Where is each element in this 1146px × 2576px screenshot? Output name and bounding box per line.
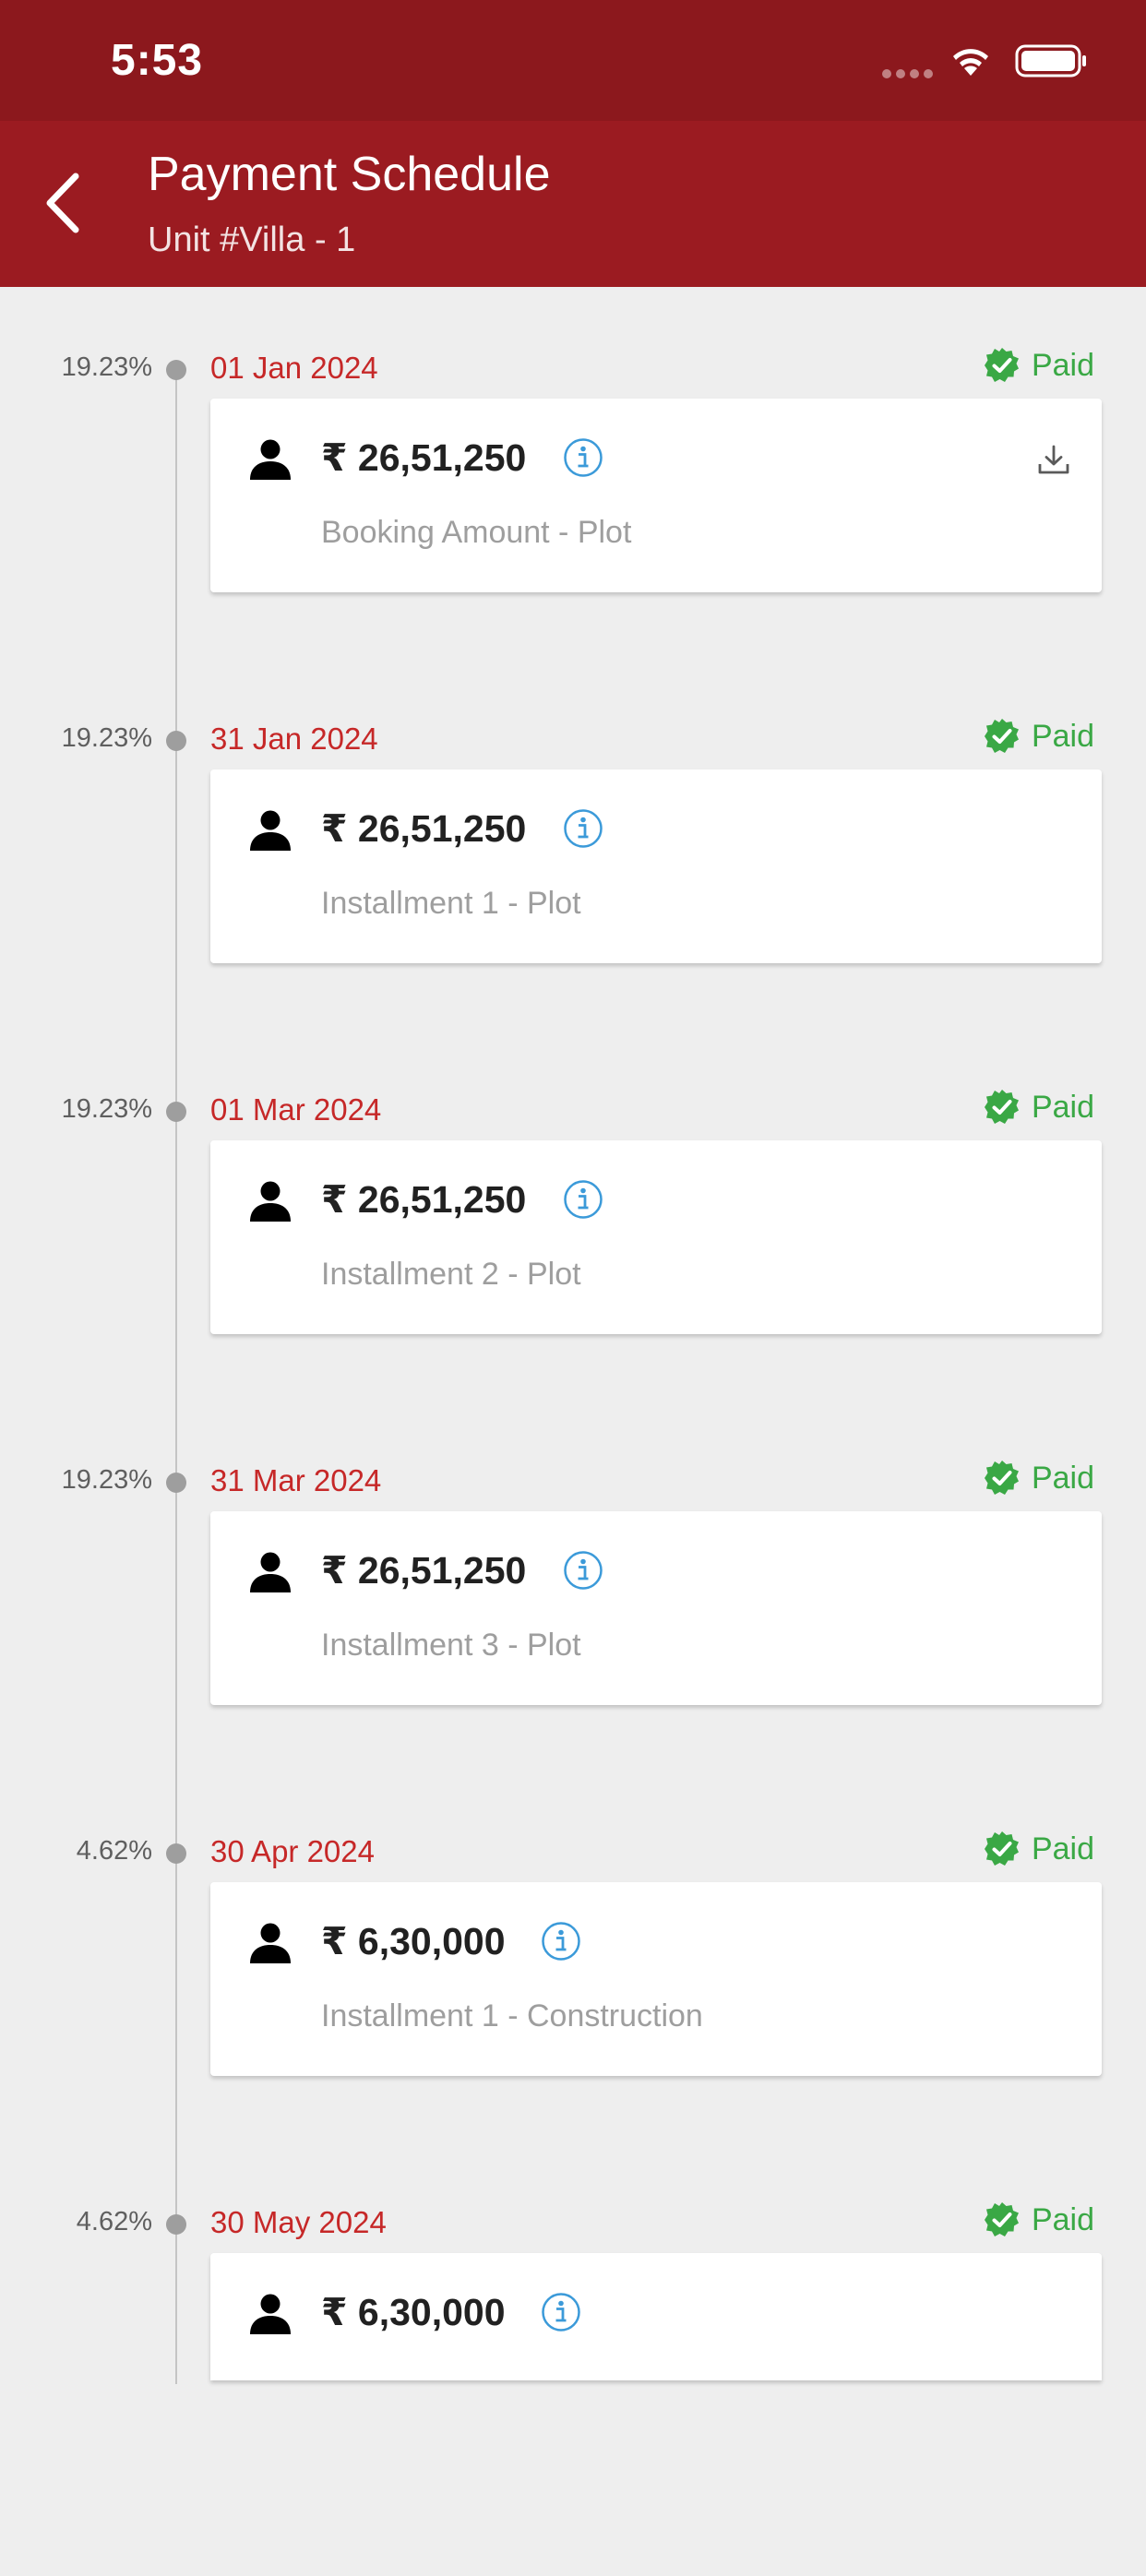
paid-label: Paid xyxy=(1031,2201,1094,2237)
payment-card[interactable]: ₹ 26,51,250 Installment 3 - Plot xyxy=(210,1511,1102,1705)
timeline-dot xyxy=(166,731,186,751)
paid-status: Paid xyxy=(984,1460,1094,1497)
entry-date: 30 May 2024 xyxy=(210,2205,387,2239)
info-icon[interactable] xyxy=(563,808,603,849)
timeline-dot xyxy=(166,1473,186,1493)
app-bar: Payment Schedule Unit #Villa - 1 xyxy=(0,121,1146,287)
payment-description: Installment 1 - Plot xyxy=(321,886,581,921)
paid-status: Paid xyxy=(984,1089,1094,1126)
timeline-dot xyxy=(166,2214,186,2235)
timeline-dot xyxy=(166,1102,186,1122)
payment-card[interactable]: ₹ 6,30,000 xyxy=(210,2253,1102,2380)
entry-date: 30 Apr 2024 xyxy=(210,1834,375,1868)
entry-percent: 4.62% xyxy=(76,2207,152,2236)
timeline-dot xyxy=(166,1843,186,1864)
person-icon xyxy=(250,1923,291,1963)
schedule-entry: 19.23% 31 Jan 2024 Paid ₹ 26,51,250 Inst… xyxy=(0,719,1146,1092)
wifi-icon xyxy=(953,49,988,76)
timeline-dot xyxy=(166,360,186,380)
person-icon xyxy=(250,439,291,480)
verified-check-icon xyxy=(984,1090,1019,1124)
status-time: 5:53 xyxy=(111,36,204,85)
entry-percent: 19.23% xyxy=(61,1465,152,1495)
schedule-entry: 19.23% 01 Jan 2024 Paid ₹ 26,51,250 Book… xyxy=(0,348,1146,722)
schedule-entry: 19.23% 01 Mar 2024 Paid ₹ 26,51,250 Inst… xyxy=(0,1090,1146,1463)
schedule-entry: 19.23% 31 Mar 2024 Paid ₹ 26,51,250 Inst… xyxy=(0,1461,1146,1834)
paid-label: Paid xyxy=(1031,718,1094,754)
payment-amount: ₹ 6,30,000 xyxy=(321,1920,506,1962)
entry-percent: 19.23% xyxy=(61,352,152,382)
entry-percent: 4.62% xyxy=(76,1836,152,1866)
payment-description: Installment 2 - Plot xyxy=(321,1257,581,1292)
verified-check-icon xyxy=(984,719,1019,753)
entry-date: 01 Jan 2024 xyxy=(210,351,378,385)
person-icon xyxy=(250,810,291,851)
verified-check-icon xyxy=(984,2202,1019,2236)
payment-card[interactable]: ₹ 26,51,250 Installment 2 - Plot xyxy=(210,1140,1102,1334)
schedule-entry: 4.62% 30 May 2024 Paid ₹ 6,30,000 xyxy=(0,2202,1146,2576)
payment-description: Installment 1 - Construction xyxy=(321,1998,703,2033)
payment-amount: ₹ 26,51,250 xyxy=(321,1549,527,1592)
entry-date: 31 Mar 2024 xyxy=(210,1463,382,1497)
back-arrow-icon[interactable] xyxy=(41,171,87,235)
page-title: Payment Schedule xyxy=(148,148,551,201)
payment-amount: ₹ 26,51,250 xyxy=(321,807,527,850)
entry-date: 01 Mar 2024 xyxy=(210,1092,382,1127)
entry-percent: 19.23% xyxy=(61,723,152,753)
verified-check-icon xyxy=(984,348,1019,382)
paid-label: Paid xyxy=(1031,1831,1094,1866)
payment-card[interactable]: ₹ 6,30,000 Installment 1 - Construction xyxy=(210,1882,1102,2076)
payment-description: Installment 3 - Plot xyxy=(321,1628,581,1663)
paid-status: Paid xyxy=(984,2201,1094,2238)
payment-amount: ₹ 26,51,250 xyxy=(321,436,527,479)
payment-amount: ₹ 26,51,250 xyxy=(321,1178,527,1221)
paid-label: Paid xyxy=(1031,1460,1094,1496)
schedule-entry: 4.62% 30 Apr 2024 Paid ₹ 6,30,000 Instal… xyxy=(0,1831,1146,2205)
info-icon[interactable] xyxy=(563,1179,603,1220)
info-icon[interactable] xyxy=(563,437,603,478)
page-subtitle: Unit #Villa - 1 xyxy=(148,221,356,259)
info-icon[interactable] xyxy=(541,1921,581,1962)
person-icon xyxy=(250,1552,291,1592)
paid-status: Paid xyxy=(984,718,1094,755)
verified-check-icon xyxy=(984,1461,1019,1495)
status-bar: 5:53 xyxy=(0,0,1146,121)
download-icon[interactable] xyxy=(1037,443,1070,476)
payment-card[interactable]: ₹ 26,51,250 Booking Amount - Plot xyxy=(210,399,1102,592)
paid-status: Paid xyxy=(984,1831,1094,1867)
person-icon xyxy=(250,1181,291,1222)
payment-card[interactable]: ₹ 26,51,250 Installment 1 - Plot xyxy=(210,769,1102,963)
signal-dots-icon xyxy=(882,69,933,78)
payment-amount: ₹ 6,30,000 xyxy=(321,2291,506,2333)
paid-label: Paid xyxy=(1031,1089,1094,1125)
payment-description: Booking Amount - Plot xyxy=(321,515,632,550)
verified-check-icon xyxy=(984,1831,1019,1866)
entry-date: 31 Jan 2024 xyxy=(210,722,378,756)
person-icon xyxy=(250,2294,291,2334)
info-icon[interactable] xyxy=(563,1550,603,1591)
entry-percent: 19.23% xyxy=(61,1094,152,1124)
info-icon[interactable] xyxy=(541,2292,581,2332)
paid-status: Paid xyxy=(984,347,1094,384)
paid-label: Paid xyxy=(1031,347,1094,383)
battery-icon xyxy=(1015,44,1086,78)
